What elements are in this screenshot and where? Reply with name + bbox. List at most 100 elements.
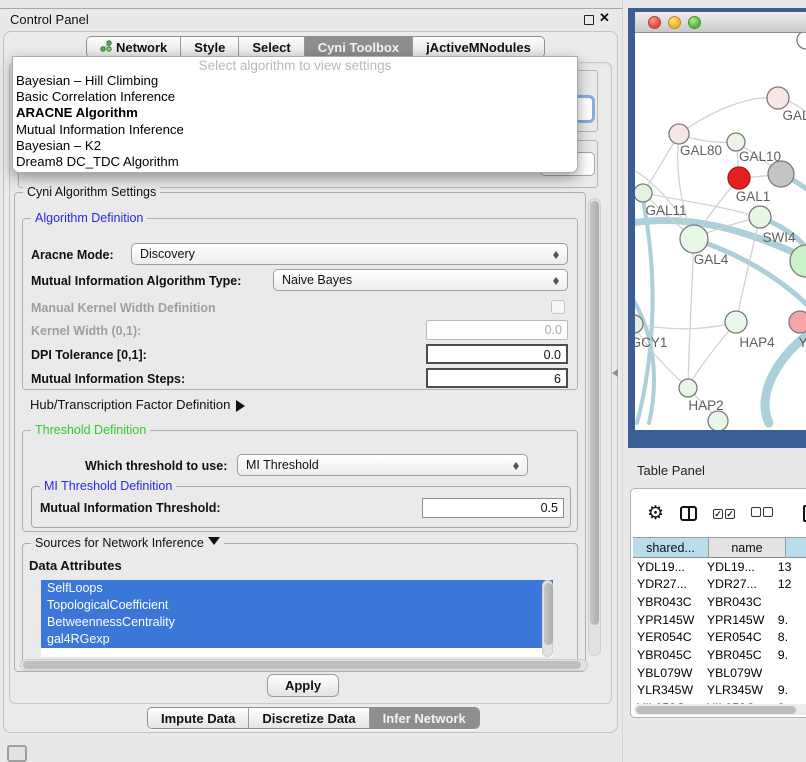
table-cell: YER054C — [633, 629, 703, 647]
hub-definition-toggle[interactable]: Hub/Transcription Factor Definition — [30, 397, 251, 412]
table-header-row: shared...nameA — [633, 537, 806, 558]
mi-threshold-field[interactable]: 0.5 — [422, 498, 564, 518]
zoom-window-icon[interactable] — [688, 16, 701, 29]
tab-label: Network — [116, 40, 167, 55]
aracne-mode-select[interactable]: Discovery — [131, 243, 568, 265]
table-row[interactable]: YBR045CYBR045C9. — [633, 646, 806, 664]
which-threshold-value: MI Threshold — [246, 458, 319, 472]
table-cell — [774, 593, 806, 611]
tab-jactivemnodules[interactable]: jActiveMNodules — [413, 37, 544, 57]
node-label-gal11: GAL11 — [645, 203, 686, 218]
kernel-width-field[interactable]: 0.0 — [426, 320, 568, 340]
table-row[interactable]: YDL19...YDL19...13 — [633, 558, 806, 576]
apply-button[interactable]: Apply — [267, 674, 339, 697]
attributes-scrollbar-thumb[interactable] — [544, 583, 553, 645]
table-cell: 13 — [774, 558, 806, 576]
algorithm-option-bayesian-k2[interactable]: Bayesian – K2 — [13, 138, 577, 154]
tab-impute-data[interactable]: Impute Data — [148, 708, 249, 728]
table-cell: YDL19... — [633, 558, 703, 576]
network-node[interactable] — [679, 379, 697, 397]
table-row[interactable]: YDR27...YDR27...12 — [633, 576, 806, 594]
network-node[interactable] — [669, 124, 689, 144]
table-cell: YPR145W — [703, 611, 774, 629]
algorithm-option-mutual-information-inference[interactable]: Mutual Information Inference — [13, 122, 577, 138]
table-toolbar: ⚙ ✓✓ — [631, 489, 806, 537]
network-node[interactable] — [728, 167, 750, 189]
select-all-icon[interactable]: ✓✓ — [713, 504, 735, 522]
table-cell: 9. — [774, 646, 806, 664]
network-node[interactable] — [708, 411, 728, 430]
mi-algorithm-type-select[interactable]: Naive Bayes — [273, 269, 568, 291]
attribute-item-selfloops[interactable]: SelfLoops — [41, 580, 553, 597]
collapsed-panel-stub[interactable] — [7, 745, 27, 762]
attribute-item-gal4rgexp[interactable]: gal4RGexp — [41, 631, 553, 648]
settings-hscrollbar-thumb[interactable] — [23, 661, 581, 669]
close-window-icon[interactable] — [648, 16, 661, 29]
network-node[interactable] — [635, 184, 652, 202]
network-canvas[interactable]: GALGAL80GAL10GAL1GAL11SWI4GAL4GCY1HAP4YH… — [635, 33, 806, 430]
tab-infer-network[interactable]: Infer Network — [370, 708, 479, 728]
table-row[interactable]: YER054CYER054C8. — [633, 629, 806, 647]
network-window-titlebar[interactable] — [635, 12, 806, 33]
close-panel-icon[interactable]: ✕ — [599, 10, 610, 26]
network-node[interactable] — [797, 33, 806, 49]
network-node[interactable] — [767, 87, 789, 109]
column-header-shared[interactable]: shared... — [633, 538, 709, 558]
deselect-all-icon[interactable] — [751, 504, 773, 522]
mi-steps-label: Mutual Information Steps: — [31, 372, 185, 386]
algorithm-option-dream8-dc-tdc-algorithm[interactable]: Dream8 DC_TDC Algorithm — [13, 154, 577, 170]
dpi-tolerance-field[interactable]: 0.0 — [426, 344, 568, 364]
minimize-window-icon[interactable] — [668, 16, 681, 29]
data-attributes-label: Data Attributes — [29, 558, 122, 573]
algorithm-option-basic-correlation-inference[interactable]: Basic Correlation Inference — [13, 89, 577, 105]
node-label-y: Y — [798, 335, 806, 350]
table-row[interactable]: YPR145WYPR145W9. — [633, 611, 806, 629]
network-edge[interactable] — [635, 324, 688, 388]
node-label-gal80: GAL80 — [680, 143, 722, 158]
tab-network[interactable]: Network — [87, 37, 181, 57]
tab-style[interactable]: Style — [181, 37, 239, 57]
network-node[interactable] — [789, 311, 806, 333]
table-hscrollbar-thumb[interactable] — [636, 706, 796, 714]
algorithm-option-bayesian-hill-climbing[interactable]: Bayesian – Hill Climbing — [13, 73, 577, 89]
table-row[interactable]: YLR345WYLR345W9. — [633, 682, 806, 700]
network-edge[interactable] — [679, 98, 778, 134]
float-panel-icon[interactable] — [584, 15, 594, 25]
tab-select[interactable]: Select — [239, 37, 304, 57]
settings-hscrollbar[interactable] — [20, 659, 588, 671]
tab-cyni-toolbox[interactable]: Cyni Toolbox — [305, 37, 413, 57]
column-header-a[interactable]: A — [786, 538, 806, 558]
column-header-name[interactable]: name — [709, 538, 786, 558]
network-node[interactable] — [749, 206, 771, 228]
network-edge[interactable] — [688, 322, 736, 388]
data-attributes-list[interactable]: SelfLoopsTopologicalCoefficientBetweenne… — [41, 580, 553, 657]
settings-gear-icon[interactable]: ⚙ — [647, 504, 664, 523]
manual-kernel-label: Manual Kernel Width Definition — [31, 301, 216, 315]
algorithm-option-aracne-algorithm[interactable]: ARACNE Algorithm — [13, 105, 577, 121]
manual-kernel-checkbox[interactable] — [551, 300, 565, 314]
divider-collapse-icon[interactable] — [608, 369, 618, 377]
settings-vscrollbar-thumb[interactable] — [590, 201, 599, 625]
table-hscrollbar[interactable] — [634, 704, 806, 715]
network-node[interactable] — [725, 311, 747, 333]
tab-label: Infer Network — [383, 711, 466, 726]
table-row[interactable]: YBR043CYBR043C — [633, 593, 806, 611]
columns-icon[interactable] — [680, 506, 697, 521]
mi-steps-field[interactable]: 6 — [426, 368, 568, 388]
table-cell: YER054C — [703, 629, 774, 647]
attribute-item-topologicalcoefficient[interactable]: TopologicalCoefficient — [41, 597, 553, 614]
settings-vscrollbar[interactable] — [588, 198, 601, 656]
which-threshold-select[interactable]: MI Threshold — [237, 454, 528, 476]
network-node[interactable] — [680, 225, 708, 253]
attribute-item-betweennesscentrality[interactable]: BetweennessCentrality — [41, 614, 553, 631]
attributes-scrollbar[interactable] — [542, 580, 553, 657]
mi-threshold-group-title: MI Threshold Definition — [40, 479, 176, 493]
algorithm-definition-title: Algorithm Definition — [31, 211, 147, 225]
network-node[interactable] — [768, 161, 794, 187]
table-row[interactable]: YBL079WYBL079W — [633, 664, 806, 682]
mi-threshold-label: Mutual Information Threshold: — [40, 501, 221, 515]
mi-threshold-group: MI Threshold Definition Mutual Informati… — [31, 486, 571, 528]
expand-right-icon[interactable] — [236, 400, 251, 412]
tab-discretize-data[interactable]: Discretize Data — [249, 708, 369, 728]
collapse-down-icon[interactable] — [208, 537, 220, 551]
